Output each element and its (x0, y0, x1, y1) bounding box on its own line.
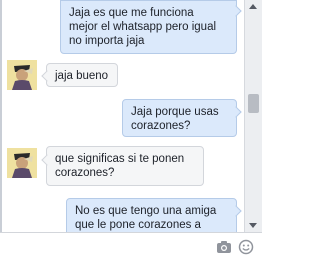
contact-avatar[interactable] (7, 60, 37, 90)
panel-edge (0, 0, 2, 232)
message-input[interactable] (4, 237, 208, 259)
message-outgoing: Jaja porque usas corazones? (122, 99, 242, 137)
message-outgoing: No es que tengo una amiga que le pone co… (66, 198, 242, 232)
message-line: mejor el whatsapp pero igual (69, 21, 217, 33)
message-outgoing: Jaja es que me funciona mejor el whatsap… (60, 0, 242, 54)
contact-avatar[interactable] (7, 148, 37, 178)
scroll-up-icon[interactable] (249, 4, 257, 9)
message-line: que le pone corazones a (75, 219, 201, 231)
message-line: Jaja porque usas (131, 106, 219, 118)
scroll-down-icon[interactable] (249, 223, 257, 228)
message-line: no importa jaja (69, 35, 145, 47)
chat-scrollbar[interactable] (244, 0, 262, 232)
message-line: jaja bueno (55, 70, 109, 82)
message-line: que significas si te ponen (55, 153, 185, 165)
message-incoming: que significas si te ponen corazones? (41, 146, 204, 186)
message-incoming: jaja bueno (41, 63, 118, 87)
message-composer (0, 232, 262, 262)
message-line: corazones? (55, 167, 115, 179)
emoji-icon[interactable] (238, 239, 254, 255)
message-line: Jaja es que me funciona (69, 7, 194, 19)
camera-icon[interactable] (216, 239, 232, 255)
message-line: corazones? (131, 120, 191, 132)
message-line: No es que tengo una amiga (75, 205, 217, 217)
scrollbar-thumb[interactable] (248, 94, 259, 113)
chat-conversation: Jaja es que me funciona mejor el whatsap… (0, 0, 244, 232)
